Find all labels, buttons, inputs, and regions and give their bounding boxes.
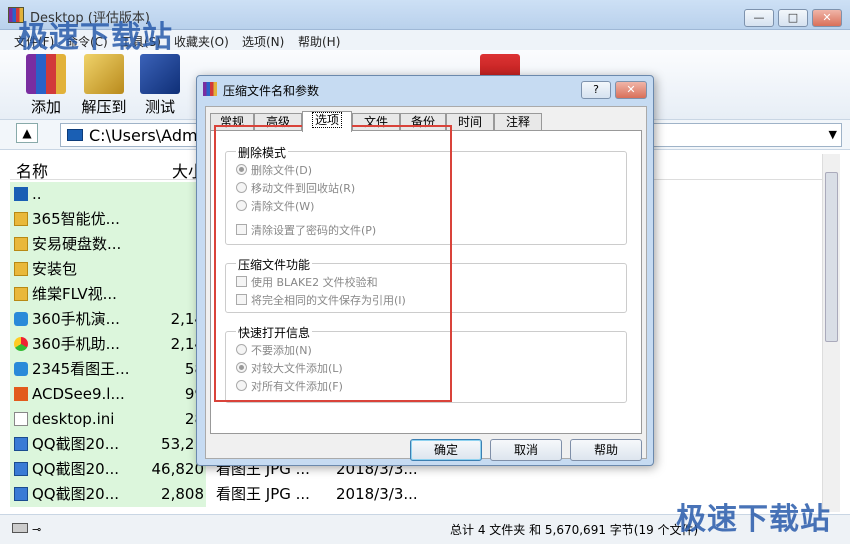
dialog-help-button[interactable]: ?: [581, 81, 611, 99]
test-icon: [140, 54, 180, 94]
test-label: 测试: [144, 98, 175, 116]
menu-help[interactable]: 帮助(H): [298, 33, 340, 50]
file-size: 2,14: [130, 307, 206, 332]
app-icon: [14, 387, 28, 401]
file-size: 28: [130, 407, 206, 432]
file-name: 360手机助...: [10, 332, 130, 357]
return-icon: [14, 187, 28, 201]
jpg-icon: [14, 487, 28, 501]
file-name: ACDSee9.l...: [10, 382, 130, 407]
file-size: [130, 207, 206, 232]
folder-icon: [14, 237, 28, 251]
drive-icon: [67, 129, 83, 141]
app-icon: [14, 312, 28, 326]
cancel-button[interactable]: 取消: [490, 439, 562, 461]
status-summary: 总计 4 文件夹 和 5,670,691 字节(19 个文件): [450, 523, 699, 537]
file-name: QQ截图20...: [10, 457, 130, 482]
file-size: [130, 232, 206, 257]
dialog-app-icon: [203, 82, 217, 96]
extract-icon: [84, 54, 124, 94]
dialog-close-button[interactable]: ✕: [615, 81, 647, 99]
drive-status-icon[interactable]: [12, 523, 28, 533]
vertical-scrollbar[interactable]: [822, 154, 840, 512]
extract-label: 解压到: [81, 98, 127, 116]
add-button[interactable]: 添加: [16, 54, 76, 117]
file-size: 2,14: [130, 332, 206, 357]
chevron-down-icon[interactable]: ▼: [829, 128, 837, 141]
app-icon: [14, 362, 28, 376]
minimize-button[interactable]: —: [744, 9, 774, 27]
menu-options[interactable]: 选项(N): [242, 33, 284, 50]
jpg-icon: [14, 462, 28, 476]
help-button[interactable]: 帮助: [570, 439, 642, 461]
file-size: 99: [130, 382, 206, 407]
ok-button[interactable]: 确定: [410, 439, 482, 461]
watermark-bottom: 极速下载站: [676, 502, 831, 537]
file-size: [130, 282, 206, 307]
file-size: [130, 257, 206, 282]
file-name: 360手机演...: [10, 307, 130, 332]
file-size: 53,21: [130, 432, 206, 457]
app-icon: [14, 337, 28, 351]
watermark-top: 极速下载站: [18, 20, 173, 55]
file-name: 安装包: [10, 257, 130, 282]
folder-icon: [14, 212, 28, 226]
key-icon[interactable]: ⊸: [32, 523, 41, 536]
jpg-icon: [14, 437, 28, 451]
file-name: 365智能优...: [10, 207, 130, 232]
file-name: 2345看图王...: [10, 357, 130, 382]
maximize-button[interactable]: □: [778, 9, 808, 27]
column-name[interactable]: 名称: [16, 158, 48, 182]
menu-favorites[interactable]: 收藏夹(O): [174, 33, 229, 50]
address-path: C:\Users\Admi: [89, 126, 202, 145]
file-name: QQ截图20...: [10, 482, 130, 507]
up-folder-button[interactable]: ▲: [16, 123, 38, 143]
tab-options[interactable]: 选项: [302, 111, 352, 132]
test-button[interactable]: 测试: [130, 54, 190, 117]
file-size: 46,820: [130, 457, 206, 482]
folder-icon: [14, 287, 28, 301]
file-size: 2,808: [130, 482, 206, 507]
tab-time[interactable]: 时间: [446, 113, 494, 131]
file-date: 2018/3/3...: [336, 485, 418, 503]
dialog-title: 压缩文件名和参数: [223, 84, 320, 98]
tab-comment[interactable]: 注释: [494, 113, 542, 131]
extract-button[interactable]: 解压到: [74, 54, 134, 117]
file-icon: [14, 412, 28, 426]
folder-icon: [14, 262, 28, 276]
file-name: ..: [10, 182, 130, 207]
highlight-annotation-box: [214, 125, 452, 402]
scrollbar-thumb[interactable]: [825, 172, 838, 342]
file-size: 58: [130, 357, 206, 382]
file-name: 安易硬盘数...: [10, 232, 130, 257]
file-name: QQ截图20...: [10, 432, 130, 457]
file-name: 维棠FLV视...: [10, 282, 130, 307]
add-label: 添加: [30, 98, 61, 116]
close-button[interactable]: ✕: [812, 9, 842, 27]
archive-options-dialog: 压缩文件名和参数 ? ✕ 常规 高级 选项 文件 备份 时间 注释 删除模式 删…: [196, 75, 654, 466]
file-name: desktop.ini: [10, 407, 130, 432]
add-archive-icon: [26, 54, 66, 94]
file-type: 看图王 JPG ...: [216, 485, 310, 503]
file-size: [130, 182, 206, 207]
